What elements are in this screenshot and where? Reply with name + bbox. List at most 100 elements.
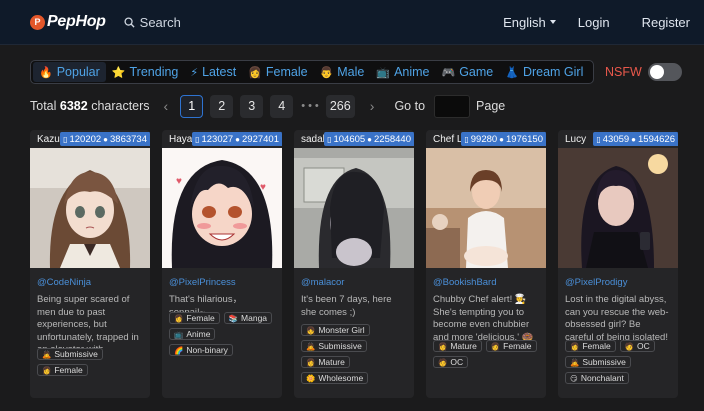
tab-label: Popular (56, 65, 100, 79)
tab-latest[interactable]: ⚡ Latest (184, 62, 242, 82)
tab-anime[interactable]: 📺 Anime (370, 62, 435, 82)
tag-monster-girl[interactable]: 👧 Monster Girl (301, 324, 370, 336)
woman-icon: 👩 (570, 341, 580, 351)
character-portrait (558, 148, 678, 268)
tag-label: Female (186, 313, 215, 323)
page-button-3[interactable]: 3 (240, 94, 264, 118)
tag-nonchalant[interactable]: 😏 Nonchalant (565, 372, 629, 384)
tag-label: OC (637, 341, 650, 351)
message-icon: ● (235, 134, 241, 144)
man-icon: 👨 (319, 66, 334, 79)
tab-game[interactable]: 🎮 Game (436, 62, 500, 82)
tag-label: Wholesome (318, 373, 364, 383)
page-ellipsis[interactable]: ••• (301, 100, 322, 112)
tag-anime[interactable]: 📺 Anime (169, 328, 216, 340)
tab-male[interactable]: 👨 Male (314, 62, 371, 82)
stats-badge: ▯ 120202 ● 3863734 (60, 132, 150, 146)
tag-label: Anime (186, 329, 211, 339)
page-button-last[interactable]: 266 (325, 94, 355, 118)
page-button-2[interactable]: 2 (210, 94, 234, 118)
search-link[interactable]: Search (124, 15, 181, 30)
character-name: Lucy (565, 133, 587, 145)
tag-submissive[interactable]: 🙇 Submissive (565, 356, 631, 368)
lightning-icon: ⚡ (190, 66, 199, 79)
bow-icon: 🙇 (42, 349, 52, 359)
woman-icon: 👩 (174, 313, 184, 323)
tag-female[interactable]: 👩 Female (565, 340, 616, 352)
tag-submissive[interactable]: 🙇 Submissive (301, 340, 367, 352)
author-link[interactable]: @PixelPrincess (162, 268, 282, 288)
language-label: English (503, 14, 546, 30)
author-link[interactable]: @PixelProdigy (558, 268, 678, 288)
stats-badge: ▯ 99280 ● 1976150 (461, 132, 546, 146)
chat-icon: ▯ (596, 134, 601, 144)
tag-submissive[interactable]: 🙇 Submissive (37, 348, 103, 360)
goto-label: Go to (394, 99, 426, 113)
tag-list: 👩 Female 🧑 OC 🙇 Submissive 😏 Nonchalant (558, 340, 678, 384)
woman-icon: 👩 (248, 66, 262, 79)
goto-page-input[interactable] (434, 94, 471, 118)
character-card[interactable]: Chef Laurel ▯ 99280 ● 1976150 @BookishBard … (426, 130, 546, 398)
star-icon: ⭐ (111, 66, 126, 79)
character-avatar (30, 148, 150, 268)
site-logo[interactable]: P PepHop (30, 13, 106, 31)
tag-oc[interactable]: 🧑 OC (619, 340, 655, 352)
total-suffix: characters (91, 99, 150, 113)
prev-page-button[interactable]: ‹ (164, 98, 169, 114)
tag-mature[interactable]: 👩 Mature (301, 356, 350, 368)
chat-count: 99280 (470, 133, 498, 145)
chevron-down-icon (549, 20, 556, 24)
tag-label: Submissive (318, 341, 362, 351)
login-link[interactable]: Login (578, 15, 610, 30)
tag-female[interactable]: 👩 Female (37, 364, 88, 376)
tab-label: Latest (202, 65, 237, 79)
tag-label: Female (54, 365, 83, 375)
bow-icon: 🙇 (306, 341, 316, 351)
total-count: 6382 (59, 99, 88, 113)
woman-icon: 👩 (490, 341, 501, 351)
character-card[interactable]: sadako ▯ 104605 ● 2258440 @malacor It's bee… (294, 130, 414, 398)
register-link[interactable]: Register (642, 15, 690, 30)
message-count: 1594626 (638, 133, 675, 145)
page-label: Page (476, 99, 506, 113)
character-card[interactable]: Kazuko ▯ 120202 ● 3863734 @CodeNinja Being … (30, 130, 150, 398)
tag-list: 🙇 Submissive 👩 Female (30, 348, 150, 376)
author-link[interactable]: @malacor (294, 268, 414, 288)
tab-dream-girl[interactable]: 👗 Dream Girl (499, 62, 589, 82)
author-link[interactable]: @CodeNinja (30, 268, 150, 288)
smirk-icon: 😏 (570, 373, 578, 383)
page-button-1[interactable]: 1 (180, 94, 204, 118)
svg-text:♥: ♥ (260, 182, 266, 193)
stats-badge: ▯ 104605 ● 2258440 (324, 132, 414, 146)
language-selector[interactable]: English (503, 15, 556, 30)
chat-count: 123027 (201, 133, 234, 145)
character-description: That's hilarious，senpai!~ (169, 294, 243, 312)
tag-wholesome[interactable]: 🌼 Wholesome (301, 372, 369, 384)
gamepad-icon: 🎮 (441, 66, 456, 79)
nsfw-toggle[interactable] (647, 63, 682, 81)
author-link[interactable]: @BookishBard (426, 268, 546, 288)
character-card[interactable]: Hayase Nagatoro ▯123027●2927401 ♥ ♥ @Pix… (162, 130, 282, 398)
tab-popular[interactable]: 🔥 Popular (33, 62, 106, 82)
tag-oc[interactable]: 🧑 OC (433, 356, 469, 368)
tab-trending[interactable]: ⭐ Trending (106, 62, 185, 82)
tag-manga[interactable]: 📚 Manga (223, 312, 273, 324)
tv-icon: 📺 (174, 329, 184, 339)
tag-non-binary[interactable]: 🌈 Non-binary (169, 344, 233, 356)
tag-female[interactable]: 👩 Female (169, 312, 220, 324)
tab-female[interactable]: 👩 Female (242, 62, 313, 82)
character-avatar (426, 148, 546, 268)
tag-female[interactable]: 👩 Female (485, 340, 537, 352)
tag-label: Submissive (582, 357, 626, 367)
character-portrait (30, 148, 150, 268)
message-icon: ● (367, 134, 373, 144)
page-button-4[interactable]: 4 (270, 94, 294, 118)
tab-label: Trending (129, 65, 179, 79)
tag-mature[interactable]: 👩 Mature (433, 340, 482, 352)
character-portrait: ♥ ♥ (162, 148, 282, 268)
woman-icon: 👩 (306, 357, 316, 367)
next-page-button[interactable]: › (370, 98, 375, 114)
character-card[interactable]: Lucy ▯ 43059 ● 1594626 @PixelProdigy Lost i… (558, 130, 678, 398)
message-icon: ● (499, 134, 505, 144)
character-avatar (558, 148, 678, 268)
